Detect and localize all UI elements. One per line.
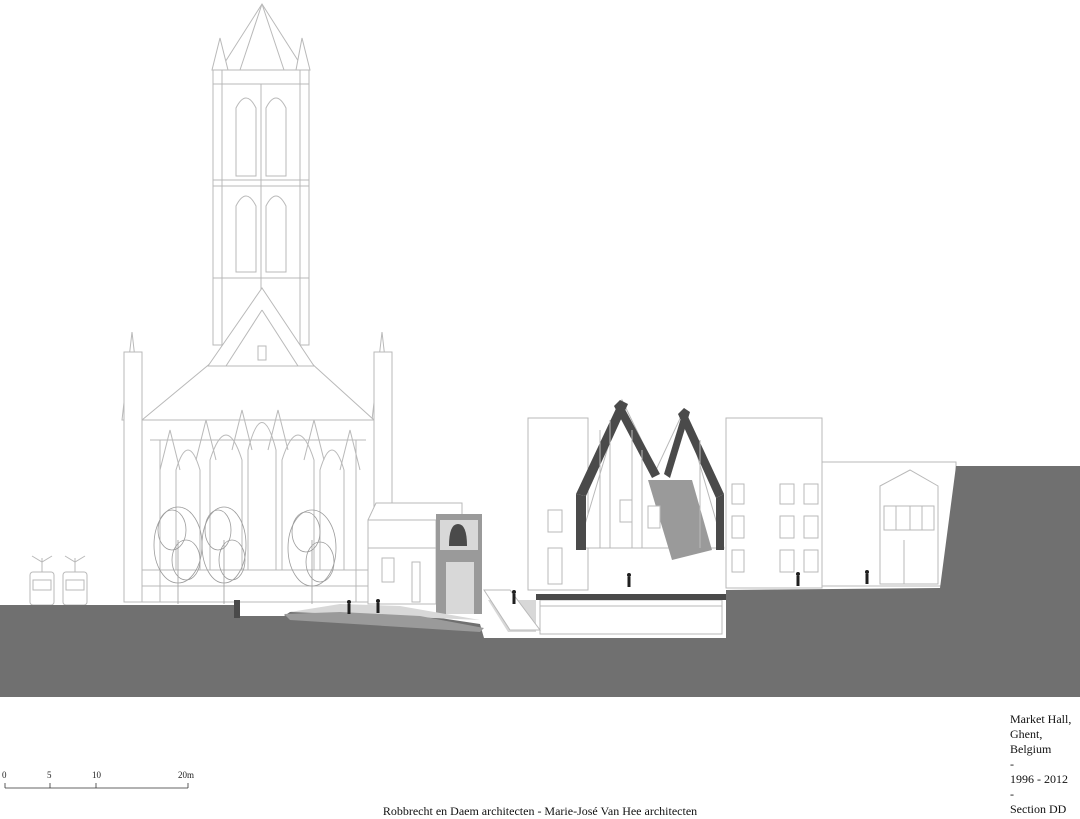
figure-3 [512,590,516,604]
figure-1 [347,600,351,614]
architects-credit: Robbrecht en Daem architecten - Marie-Jo… [382,804,698,818]
title-line: Section DD [1010,802,1067,816]
tram-left [29,555,55,606]
church-nave [121,287,393,603]
title-line: - [1010,757,1014,771]
scale-tick-5: 5 [47,770,52,780]
market-hall [576,398,725,560]
figure-6 [865,570,869,584]
title-line: Market Hall, [1010,712,1072,726]
figure-4 [627,573,631,587]
title-block: Market Hall, Ghent, Belgium - 1996 - 201… [1010,712,1080,817]
scale-bar: 0 5 10 20m [2,770,194,789]
figure-2 [376,599,380,613]
figure-5 [796,572,800,586]
title-line: - [1010,787,1014,801]
scale-tick-20m: 20m [178,770,194,780]
title-line: Belgium [1010,742,1052,756]
tram-right [62,555,88,606]
title-line: 1996 - 2012 [1010,772,1068,786]
section-drawing: 0 5 10 20m [0,3,1080,789]
scale-tick-10: 10 [92,770,102,780]
bell-tower [436,514,482,614]
scale-tick-0: 0 [2,770,7,780]
title-line: Ghent, [1010,727,1043,741]
